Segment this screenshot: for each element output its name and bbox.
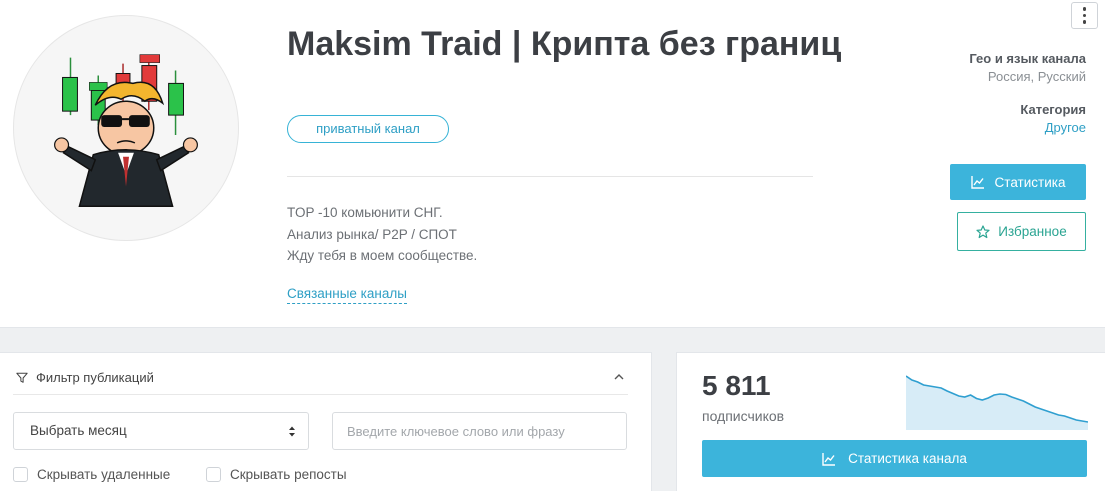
geo-label: Гео и язык канала bbox=[969, 51, 1086, 66]
filter-divider bbox=[13, 394, 628, 395]
filter-funnel-icon bbox=[16, 372, 28, 383]
keyword-search-input[interactable] bbox=[332, 412, 627, 450]
private-channel-badge: приватный канал bbox=[287, 115, 449, 143]
publications-filter-card: Фильтр публикаций Выбрать месяц Скрывать… bbox=[0, 352, 652, 491]
star-icon bbox=[976, 224, 990, 238]
favorite-button-label: Избранное bbox=[998, 224, 1067, 239]
chevron-up-icon[interactable] bbox=[612, 370, 626, 384]
channel-statistics-label: Статистика канала bbox=[848, 451, 967, 466]
chart-line-icon bbox=[970, 176, 984, 189]
description-line: TOP -10 комьюнити СНГ. bbox=[287, 205, 443, 220]
hide-reposts-checkbox[interactable]: Скрывать репосты bbox=[206, 467, 347, 482]
channel-header: Maksim Traid | Крипта без границ приватн… bbox=[0, 0, 1105, 328]
geo-block: Гео и язык канала Россия, Русский bbox=[969, 50, 1086, 86]
hide-deleted-checkbox[interactable]: Скрывать удаленные bbox=[13, 467, 170, 482]
header-divider bbox=[287, 176, 813, 177]
category-label: Категория bbox=[1020, 102, 1086, 117]
description-line: Жду тебя в моем сообществе. bbox=[287, 248, 478, 263]
geo-value: Россия, Русский bbox=[987, 69, 1086, 84]
category-link[interactable]: Другое bbox=[1020, 119, 1086, 137]
checkbox-box[interactable] bbox=[206, 467, 221, 482]
hide-reposts-label: Скрывать репосты bbox=[230, 467, 347, 482]
subscribers-sparkline bbox=[906, 375, 1088, 430]
subscribers-card: 5 811 подписчиков Статистика канала bbox=[676, 352, 1105, 491]
category-block: Категория Другое bbox=[1020, 101, 1086, 137]
month-select[interactable]: Выбрать месяц bbox=[13, 412, 309, 450]
subscribers-label: подписчиков bbox=[702, 408, 785, 424]
sparkline-area bbox=[906, 376, 1088, 430]
related-channels-link[interactable]: Связанные каналы bbox=[287, 285, 407, 304]
checkbox-box[interactable] bbox=[13, 467, 28, 482]
vertical-dots-icon bbox=[1082, 7, 1087, 11]
channel-description: TOP -10 комьюнити СНГ. Анализ рынка/ P2P… bbox=[287, 202, 767, 267]
statistics-button-label: Статистика bbox=[994, 174, 1066, 190]
vertical-dots-icon bbox=[1082, 20, 1087, 24]
favorite-button[interactable]: Избранное bbox=[957, 212, 1086, 251]
filter-title: Фильтр публикаций bbox=[36, 370, 154, 385]
hide-deleted-label: Скрывать удаленные bbox=[37, 467, 171, 482]
statistics-button[interactable]: Статистика bbox=[950, 164, 1086, 200]
vertical-dots-icon bbox=[1082, 13, 1087, 18]
filter-header[interactable]: Фильтр публикаций bbox=[16, 370, 154, 385]
description-line: Анализ рынка/ P2P / СПОТ bbox=[287, 226, 457, 242]
month-select-value: Выбрать месяц bbox=[30, 423, 127, 438]
channel-avatar bbox=[13, 15, 239, 241]
channel-statistics-button[interactable]: Статистика канала bbox=[702, 440, 1087, 477]
more-options-button[interactable] bbox=[1071, 2, 1098, 29]
channel-title: Maksim Traid | Крипта без границ bbox=[287, 25, 842, 63]
sort-arrows-icon bbox=[289, 426, 295, 437]
chart-line-icon bbox=[822, 452, 836, 466]
trader-meme-avatar-icon bbox=[54, 54, 198, 208]
subscribers-count: 5 811 bbox=[702, 370, 771, 401]
